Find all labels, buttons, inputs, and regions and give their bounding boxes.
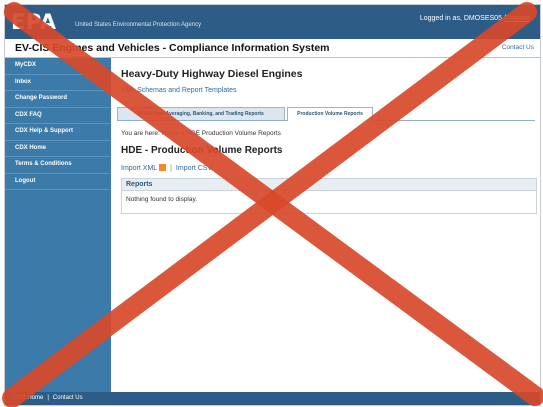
login-status: Logged in as, DMOSES05 (Logout) <box>420 15 530 22</box>
footer-cdx-home-link[interactable]: CDX Home <box>13 395 43 401</box>
section-heading: HDE - Production Volume Reports <box>121 145 283 156</box>
footer: CDX Home | Contact Us <box>5 392 540 405</box>
breadcrumb-prefix: You are here: <box>121 130 160 137</box>
sidebar-item-cdx-home[interactable]: CDX Home <box>5 141 111 157</box>
page-title: Heavy-Duty Highway Diesel Engines <box>121 68 303 80</box>
contact-us-link[interactable]: Contact Us <box>502 44 534 51</box>
system-title: EV-CIS Engines and Vehicles - Compliance… <box>15 42 330 54</box>
sidebar: MyCDX Inbox Change Password CDX FAQ CDX … <box>5 58 111 392</box>
import-separator: | <box>170 165 172 172</box>
main-content: Heavy-Duty Highway Diesel Engines XML Sc… <box>111 58 540 392</box>
sidebar-item-logout[interactable]: Logout <box>5 174 111 190</box>
empty-state-message: Nothing found to display. <box>126 196 198 203</box>
footer-separator: | <box>47 395 49 401</box>
breadcrumb-current: HDE Production Volume Reports <box>186 130 281 137</box>
sidebar-item-cdx-faq[interactable]: CDX FAQ <box>5 108 111 124</box>
reports-table-header: Reports <box>122 179 536 191</box>
agency-name: United States Environmental Protection A… <box>75 22 202 28</box>
tab-abt-reports[interactable]: Model Year Averaging, Banking, and Tradi… <box>117 107 285 120</box>
logout-link[interactable]: (Logout) <box>504 15 530 22</box>
import-xml-link[interactable]: Import XML <box>121 165 157 172</box>
title-bar: EV-CIS Engines and Vehicles - Compliance… <box>5 39 540 58</box>
schemas-templates-link[interactable]: XML Schemas and Report Templates <box>121 87 237 94</box>
sidebar-item-mycdx[interactable]: MyCDX <box>5 58 111 75</box>
breadcrumb-home-link[interactable]: Home <box>162 130 179 137</box>
screenshot-frame: EPA United States Environmental Protecti… <box>4 4 541 406</box>
logged-in-text: Logged in as, DMOSES05 <box>419 15 502 22</box>
breadcrumb-separator: » <box>180 130 185 137</box>
xml-feed-icon[interactable] <box>159 164 167 171</box>
footer-links: CDX Home | Contact Us <box>13 395 83 401</box>
report-tabs: Model Year Averaging, Banking, and Tradi… <box>117 107 535 121</box>
import-csv-link[interactable]: Import CSV <box>176 165 212 172</box>
import-links: Import XML | Import CSV <box>121 164 212 172</box>
sidebar-item-inbox[interactable]: Inbox <box>5 75 111 91</box>
top-header: EPA United States Environmental Protecti… <box>5 5 540 39</box>
tab-production-volume[interactable]: Production Volume Reports <box>287 107 373 121</box>
epa-logo[interactable]: EPA <box>11 10 57 34</box>
sidebar-item-help-support[interactable]: CDX Help & Support <box>5 124 111 141</box>
footer-contact-link[interactable]: Contact Us <box>53 395 83 401</box>
sidebar-item-change-password[interactable]: Change Password <box>5 91 111 108</box>
reports-table: Reports Nothing found to display. <box>121 178 537 214</box>
breadcrumb: You are here: Home » HDE Production Volu… <box>121 130 281 137</box>
sidebar-item-terms[interactable]: Terms & Conditions <box>5 157 111 174</box>
